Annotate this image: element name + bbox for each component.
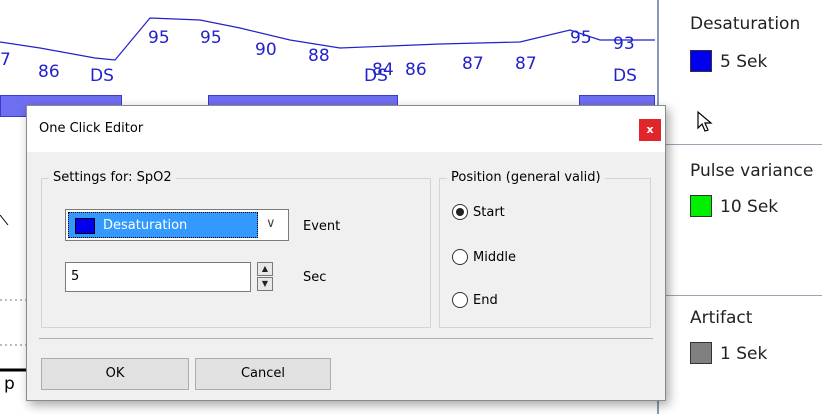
dialog-titlebar[interactable]: One Click Editor x — [27, 106, 665, 152]
chevron-down-icon[interactable]: ∨ — [266, 216, 276, 231]
settings-group — [41, 178, 431, 328]
spin-up-icon[interactable]: ▲ — [257, 262, 273, 276]
legend-item-pulse-variance[interactable]: Pulse variance 10 Sek — [659, 145, 822, 296]
color-swatch — [690, 50, 712, 72]
event-marker-label: DS — [90, 66, 114, 86]
event-type-select[interactable]: Desaturation ∨ — [65, 209, 289, 241]
dialog-title: One Click Editor — [39, 121, 144, 136]
legend-item-desaturation[interactable]: Desaturation 5 Sek — [659, 0, 822, 145]
selected-event-label: Desaturation — [103, 218, 188, 233]
radio-start[interactable] — [452, 204, 468, 220]
legend-duration: 1 Sek — [720, 344, 768, 364]
plot-value: 95 — [148, 28, 170, 48]
legend-title: Pulse variance — [690, 161, 814, 181]
color-swatch — [75, 218, 95, 234]
plot-value: 88 — [308, 46, 330, 66]
plot-value: 87 — [515, 54, 537, 74]
color-swatch — [690, 195, 712, 217]
legend-duration: 5 Sek — [720, 52, 768, 72]
event-marker-label: DS — [613, 66, 637, 86]
legend-duration: 10 Sek — [720, 197, 779, 217]
settings-group-label: Settings for: SpO2 — [49, 170, 176, 185]
plot-value: 95 — [200, 28, 222, 48]
duration-spinner[interactable]: ▲ ▼ — [257, 262, 273, 292]
event-legend-panel: Desaturation 5 Sek Pulse variance 10 Sek… — [659, 0, 822, 414]
plot-value: 86 — [405, 60, 427, 80]
radio-label-end[interactable]: End — [473, 293, 498, 308]
legend-title: Artifact — [690, 308, 753, 328]
position-group-label: Position (general valid) — [447, 170, 605, 185]
duration-input[interactable]: 5 — [65, 262, 251, 292]
cancel-button[interactable]: Cancel — [195, 358, 331, 390]
event-marker-label: DS — [364, 66, 388, 86]
one-click-editor-dialog: One Click Editor x Settings for: SpO2 De… — [26, 105, 666, 401]
plot-value: 90 — [255, 40, 277, 60]
dialog-separator — [39, 338, 653, 339]
plot-value: 87 — [462, 54, 484, 74]
plot-value: 86 — [38, 62, 60, 82]
radio-middle[interactable] — [452, 249, 468, 265]
plot-bottom-label: p — [4, 374, 15, 394]
radio-end[interactable] — [452, 292, 468, 308]
plot-value: 95 — [570, 28, 592, 48]
radio-selected-dot — [456, 208, 464, 216]
position-group — [439, 178, 651, 328]
ok-button[interactable]: OK — [41, 358, 189, 390]
plot-value: 93 — [613, 34, 635, 54]
radio-label-middle[interactable]: Middle — [473, 250, 516, 265]
legend-title: Desaturation — [690, 14, 801, 34]
mouse-pointer-icon — [697, 110, 713, 132]
selected-option: Desaturation — [68, 212, 258, 238]
color-swatch — [690, 342, 712, 364]
plot-value: 7 — [0, 50, 11, 70]
close-button[interactable]: x — [639, 119, 661, 141]
event-label: Event — [303, 219, 341, 234]
close-icon: x — [646, 123, 654, 136]
spin-down-icon[interactable]: ▼ — [257, 277, 273, 291]
radio-label-start[interactable]: Start — [473, 205, 505, 220]
legend-item-artifact[interactable]: Artifact 1 Sek — [659, 296, 822, 414]
sec-label: Sec — [303, 270, 327, 285]
